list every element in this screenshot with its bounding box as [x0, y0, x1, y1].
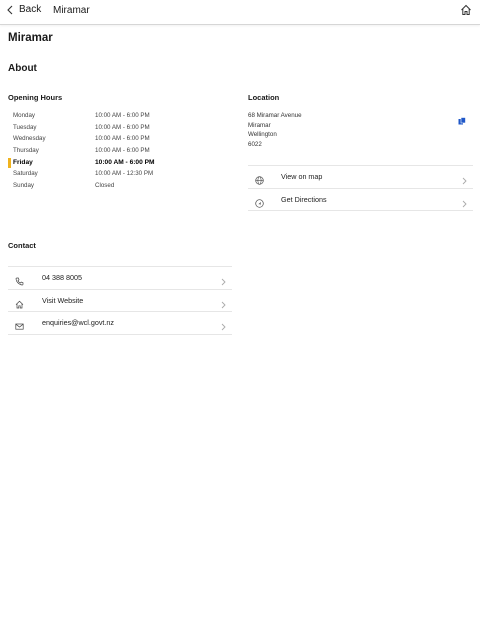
address-line: Miramar	[248, 121, 271, 129]
hours-time: 10:00 AM - 6:00 PM	[95, 112, 150, 119]
hours-time: 10:00 AM - 6:00 PM	[95, 135, 150, 143]
contact-website-label: Visit Website	[42, 295, 84, 305]
address-line: 68 Miramar Avenue	[248, 112, 302, 119]
page-title: Miramar	[8, 32, 53, 44]
location-actions-list: View on map Get Directions	[248, 165, 473, 211]
contact-email-label: enquiries@wcl.govt.nz	[42, 318, 115, 327]
hours-day: Sunday	[13, 182, 34, 190]
hours-day: Saturday	[13, 170, 38, 178]
hours-day: Wednesday	[13, 135, 46, 143]
back-button[interactable]: Back	[7, 4, 41, 15]
home-icon	[460, 4, 472, 16]
hours-row-saturday: Saturday 10:00 AM - 12:30 PM	[8, 169, 238, 181]
hours-row-tuesday: Tuesday 10:00 AM - 6:00 PM	[8, 123, 238, 135]
chevron-right-icon	[221, 296, 226, 314]
contact-list: 04 388 8005 Visit Website enquiries@wcl.…	[8, 266, 232, 335]
directions-icon	[255, 195, 264, 213]
hours-time: 10:00 AM - 6:00 PM	[95, 147, 150, 155]
chevron-right-icon	[221, 273, 226, 291]
mail-icon	[15, 318, 24, 336]
address: 68 Miramar Avenue Miramar Wellington 602…	[248, 111, 302, 149]
chevron-right-icon	[221, 318, 226, 336]
address-line: Wellington	[248, 131, 277, 139]
get-directions-label: Get Directions	[281, 194, 327, 204]
hours-row-thursday: Thursday 10:00 AM - 6:00 PM	[8, 146, 238, 158]
today-marker	[8, 157, 11, 168]
hours-day: Thursday	[13, 147, 39, 155]
get-directions-row[interactable]: Get Directions	[248, 189, 473, 213]
opening-hours-table: Monday 10:00 AM - 6:00 PM Tuesday 10:00 …	[8, 111, 238, 193]
nav-title: Miramar	[53, 5, 90, 16]
section-title-about: About	[8, 63, 37, 74]
location-title: Location	[248, 93, 280, 102]
contact-title: Contact	[8, 241, 36, 250]
globe-icon	[255, 172, 264, 190]
view-on-map-label: View on map	[281, 172, 323, 181]
chevron-right-icon	[462, 195, 467, 213]
contact-phone-row[interactable]: 04 388 8005	[8, 267, 232, 290]
copy-address-button[interactable]	[458, 112, 466, 130]
hours-day: Monday	[13, 112, 36, 119]
hours-day: Tuesday	[13, 123, 37, 131]
hours-row-friday: Friday 10:00 AM - 6:00 PM	[8, 157, 238, 170]
copy-icon	[458, 112, 466, 129]
contact-website-row[interactable]: Visit Website	[8, 290, 232, 314]
chevron-left-icon	[7, 5, 13, 15]
hours-row-monday: Monday 10:00 AM - 6:00 PM	[8, 111, 238, 123]
hours-time: 10:00 AM - 6:00 PM	[95, 123, 150, 131]
back-label: Back	[19, 4, 42, 15]
hours-day: Friday	[13, 158, 33, 166]
contact-phone-label: 04 388 8005	[42, 273, 82, 282]
hours-time: 10:00 AM - 6:00 PM	[95, 158, 155, 166]
hours-row-wednesday: Wednesday 10:00 AM - 6:00 PM	[8, 134, 238, 146]
hours-time: Closed	[95, 182, 115, 190]
chevron-right-icon	[462, 172, 467, 190]
contact-email-row[interactable]: enquiries@wcl.govt.nz	[8, 312, 232, 335]
top-nav-bar: Back Miramar	[0, 0, 480, 25]
phone-icon	[15, 273, 24, 291]
hours-row-sunday: Sunday Closed	[8, 181, 238, 193]
home-button[interactable]	[460, 4, 472, 16]
address-line: 6022	[248, 140, 262, 148]
hours-time: 10:00 AM - 12:30 PM	[95, 170, 154, 178]
opening-hours-title: Opening Hours	[8, 93, 63, 102]
view-on-map-row[interactable]: View on map	[248, 166, 473, 189]
home-icon	[15, 296, 24, 314]
